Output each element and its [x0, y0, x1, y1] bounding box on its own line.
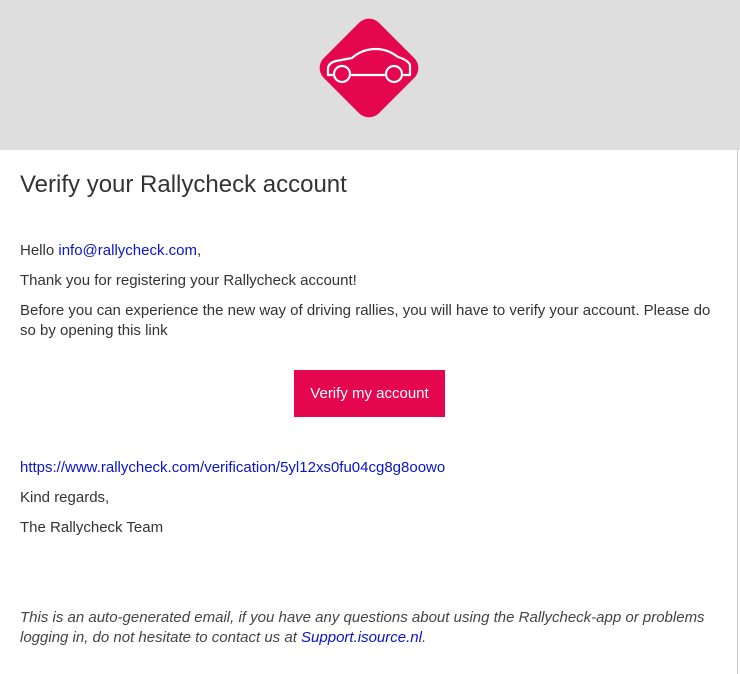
recipient-email-link[interactable]: info@rallycheck.com: [58, 242, 197, 259]
car-icon: [319, 18, 419, 118]
instructions-text: Before you can experience the new way of…: [20, 302, 711, 339]
thanks-text: Thank you for registering your Rallychec…: [20, 272, 357, 289]
rallycheck-logo: [306, 5, 432, 131]
url-redaction: [455, 458, 655, 478]
greeting-prefix: Hello: [20, 242, 59, 259]
verification-url-link[interactable]: https://www.rallycheck.com/verification/…: [20, 458, 460, 478]
verify-account-button[interactable]: Verify my account: [294, 370, 445, 417]
footer-notice: This is an auto-generated email, if you …: [20, 608, 720, 648]
email-title: Verify your Rallycheck account: [20, 171, 347, 198]
footer-end: .: [421, 629, 427, 646]
content-border: [737, 150, 738, 674]
greeting-line: Hello info@rallycheck.com,: [20, 241, 201, 261]
support-link[interactable]: Support.isource.nl: [301, 629, 422, 646]
email-page: Verify your Rallycheck account Hello inf…: [0, 0, 740, 674]
signature-text: The Rallycheck Team: [20, 519, 164, 536]
regards-text: Kind regards,: [20, 489, 110, 506]
greeting-suffix: ,: [196, 242, 202, 259]
header-band: [0, 0, 740, 150]
